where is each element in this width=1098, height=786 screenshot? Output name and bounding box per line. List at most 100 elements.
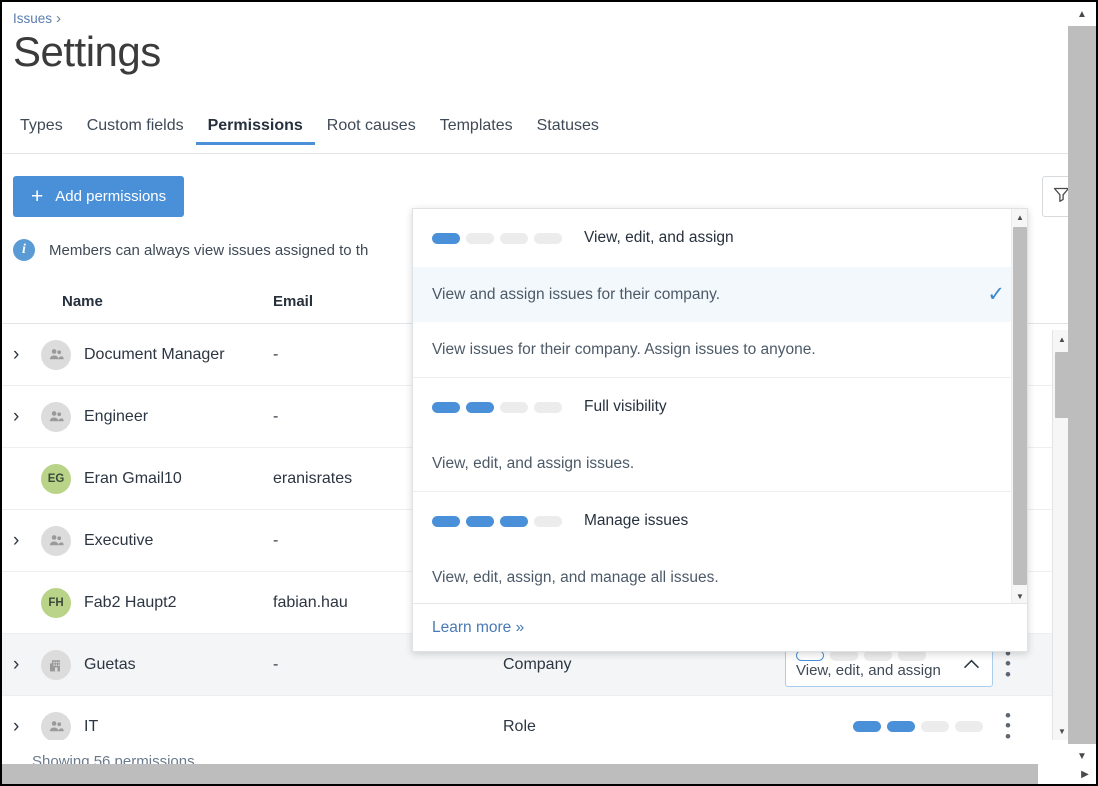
permission-option[interactable]: View, edit, assign, and manage all issue… <box>413 550 1027 603</box>
dropdown-scroll-thumb[interactable] <box>1013 227 1027 585</box>
breadcrumb: Issues › <box>13 10 61 27</box>
info-banner-text: Members can always view issues assigned … <box>49 241 369 259</box>
row-name-cell: › IT <box>13 711 273 740</box>
permission-pill-4 <box>955 721 983 732</box>
chevron-right-icon[interactable]: › <box>13 530 41 552</box>
permission-group-header: Full visibility <box>413 378 1027 436</box>
page-title: Settings <box>13 28 161 75</box>
page-scroll-up-arrow-icon[interactable]: ▲ <box>1068 2 1096 26</box>
tab-types[interactable]: Types <box>13 117 75 145</box>
row-name-cell: › Executive <box>13 525 273 556</box>
row-menu-button[interactable]: • • • <box>993 645 1023 683</box>
tab-permissions[interactable]: Permissions <box>195 117 315 145</box>
tab-root-causes[interactable]: Root causes <box>315 117 428 145</box>
permission-pill-2 <box>887 721 915 732</box>
table-scroll-thumb[interactable] <box>1055 352 1069 418</box>
breadcrumb-separator-icon: › <box>56 10 62 27</box>
tabs-divider <box>2 153 1070 154</box>
permission-pill-4 <box>534 401 562 413</box>
chevron-right-icon[interactable]: › <box>13 716 41 738</box>
chevron-right-icon[interactable]: › <box>13 406 41 428</box>
row-name: Eran Gmail10 <box>84 469 182 487</box>
permission-select-label: View, edit, and assign <box>796 662 941 679</box>
permission-pill-1 <box>432 232 460 244</box>
check-icon: ✓ <box>987 283 1005 306</box>
scroll-down-arrow-icon[interactable]: ▼ <box>1012 588 1027 604</box>
row-permission-cell <box>743 721 993 732</box>
tab-templates[interactable]: Templates <box>428 117 525 145</box>
settings-page: Issues › Settings Types Custom fields Pe… <box>2 2 1070 768</box>
permission-group-header: View, edit, and assign <box>413 209 1027 267</box>
permission-group-title: View, edit, and assign <box>584 229 734 246</box>
permission-group-title: Full visibility <box>584 398 667 415</box>
scroll-up-arrow-icon[interactable]: ▲ <box>1012 209 1027 225</box>
permission-pill-3 <box>500 515 528 527</box>
tab-custom-fields[interactable]: Custom fields <box>75 117 196 145</box>
info-icon: i <box>13 239 35 261</box>
permission-group: Full visibility View, edit, and assign i… <box>413 378 1027 492</box>
add-permissions-button[interactable]: + Add permissions <box>13 176 185 217</box>
permission-pill-3 <box>921 721 949 732</box>
permission-pill-3 <box>500 401 528 413</box>
add-permissions-label: Add permissions <box>55 188 167 205</box>
permission-pill-1 <box>432 401 460 413</box>
group-avatar <box>41 525 71 556</box>
permission-option-label: View, edit, and assign issues. <box>432 454 635 472</box>
permission-level-pills <box>432 401 562 413</box>
permission-option-label: View, edit, assign, and manage all issue… <box>432 568 719 586</box>
company-avatar <box>41 649 71 680</box>
permission-pill-2 <box>466 232 494 244</box>
permission-group-title: Manage issues <box>584 512 689 529</box>
permission-option[interactable]: View and assign issues for their company… <box>413 267 1027 322</box>
row-name: Executive <box>84 531 154 549</box>
row-name-cell: › EG Eran Gmail10 <box>13 463 273 494</box>
avatar: EG <box>41 463 71 494</box>
learn-more-link[interactable]: Learn more » <box>432 619 524 637</box>
group-avatar <box>41 401 71 432</box>
row-menu-button[interactable]: • • • <box>993 707 1023 740</box>
permission-level-pills <box>432 232 562 244</box>
row-name: Engineer <box>84 407 149 425</box>
permission-group: Manage issues View, edit, assign, and ma… <box>413 492 1027 603</box>
permission-level-pills[interactable] <box>853 721 983 732</box>
info-banner: i Members can always view issues assigne… <box>13 239 368 261</box>
page-hscroll-thumb[interactable] <box>2 764 1038 784</box>
page-horizontal-scrollbar[interactable]: ▶ <box>2 764 1096 784</box>
dropdown-vertical-scrollbar[interactable]: ▲ ▼ <box>1011 209 1027 604</box>
permission-option-label: View issues for their company. Assign is… <box>432 340 816 358</box>
permission-pill-1 <box>432 515 460 527</box>
permission-pill-4 <box>534 515 562 527</box>
row-type: Company <box>503 655 572 673</box>
plus-icon: + <box>31 185 44 208</box>
permission-option[interactable]: View issues for their company. Assign is… <box>413 322 1027 377</box>
row-type: Role <box>503 717 536 735</box>
row-name: Guetas <box>84 655 136 673</box>
row-name-cell: › Document Manager <box>13 339 273 370</box>
settings-tabs: Types Custom fields Permissions Root cau… <box>2 117 1070 153</box>
permission-group: View, edit, and assign View and assign i… <box>413 209 1027 378</box>
permission-option[interactable]: View, edit, and assign issues. <box>413 436 1027 491</box>
row-name: IT <box>84 717 99 735</box>
page-vertical-scrollbar[interactable]: ▲ ▼ <box>1068 2 1096 768</box>
permission-pill-4 <box>534 232 562 244</box>
group-avatar <box>41 339 71 370</box>
permission-dropdown-list: View, edit, and assign View and assign i… <box>413 209 1027 604</box>
table-row[interactable]: › IT Role • • • <box>2 696 1070 740</box>
app-window: Issues › Settings Types Custom fields Pe… <box>0 0 1098 786</box>
row-name-cell: › Guetas <box>13 649 273 680</box>
permission-dropdown: View, edit, and assign View and assign i… <box>412 208 1028 652</box>
permission-pill-2 <box>466 515 494 527</box>
chevron-right-icon[interactable]: › <box>13 344 41 366</box>
permission-pill-1 <box>853 721 881 732</box>
row-name: Document Manager <box>84 345 225 363</box>
permission-pill-2 <box>466 401 494 413</box>
dropdown-footer: Learn more » <box>413 603 1027 651</box>
page-scroll-right-arrow-icon[interactable]: ▶ <box>1074 764 1096 784</box>
breadcrumb-issues-link[interactable]: Issues <box>13 11 52 26</box>
column-header-name: Name <box>62 293 103 310</box>
group-avatar <box>41 711 71 740</box>
chevron-right-icon[interactable]: › <box>13 654 41 676</box>
filter-button[interactable] <box>1042 176 1070 217</box>
tab-statuses[interactable]: Statuses <box>525 117 611 145</box>
chevron-up-icon <box>963 656 980 673</box>
